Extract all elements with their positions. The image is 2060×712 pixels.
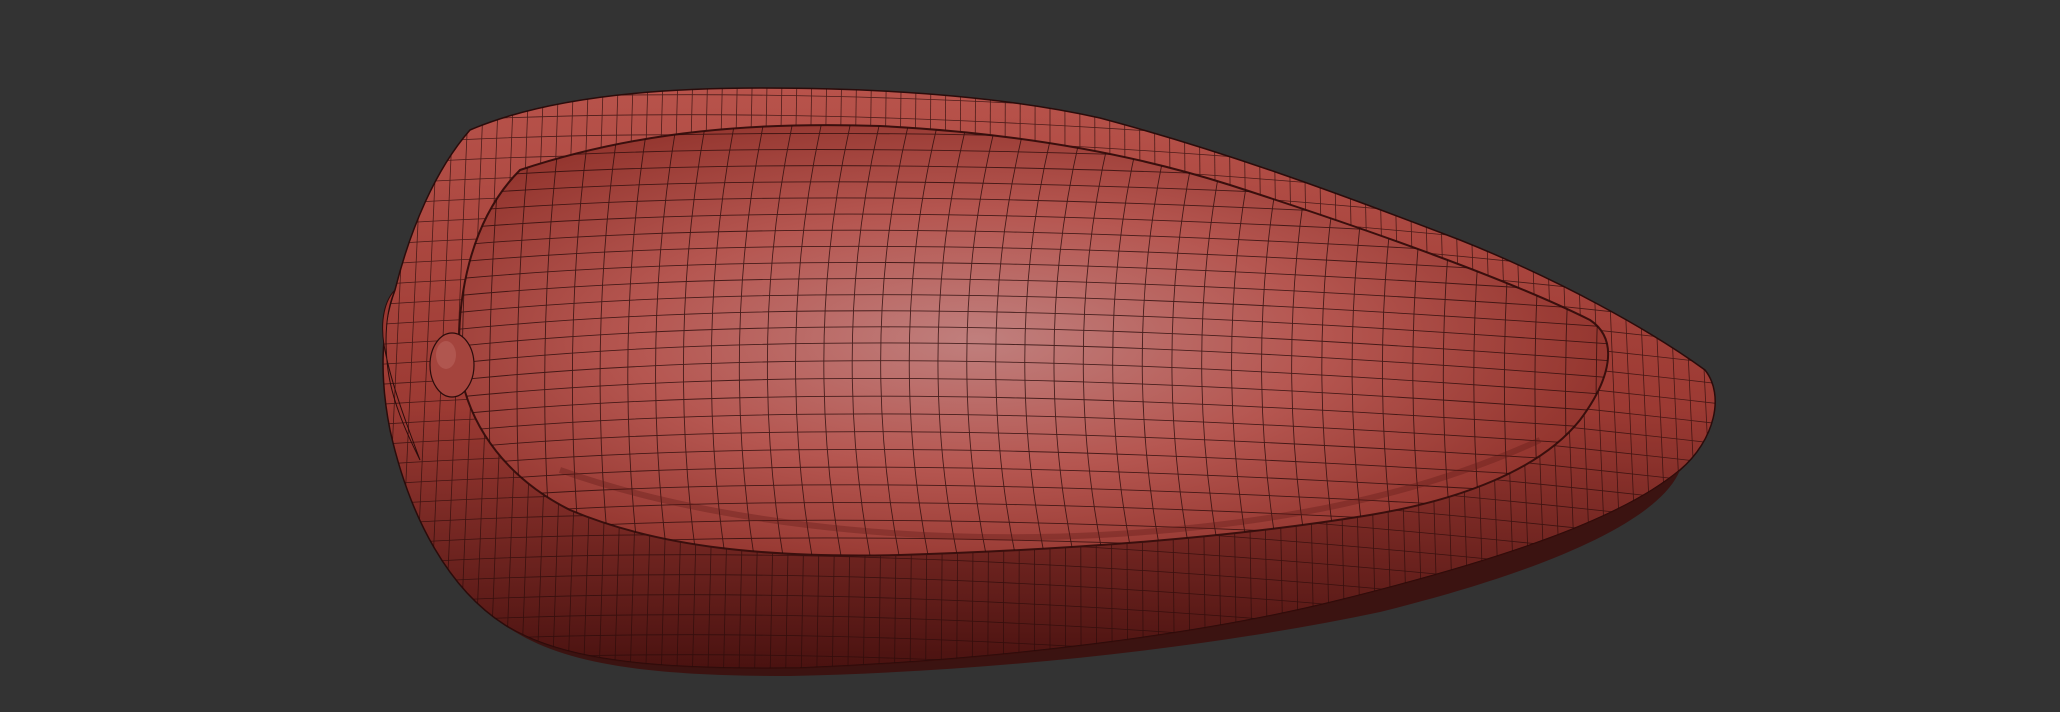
3d-viewport[interactable] <box>0 0 2060 712</box>
wire-line <box>1720 80 1750 680</box>
viewport-canvas[interactable] <box>0 0 2060 712</box>
wire-line <box>383 654 1716 669</box>
wire-line <box>350 80 380 680</box>
wire-line <box>370 675 1730 712</box>
mesh-knob[interactable] <box>429 332 475 398</box>
